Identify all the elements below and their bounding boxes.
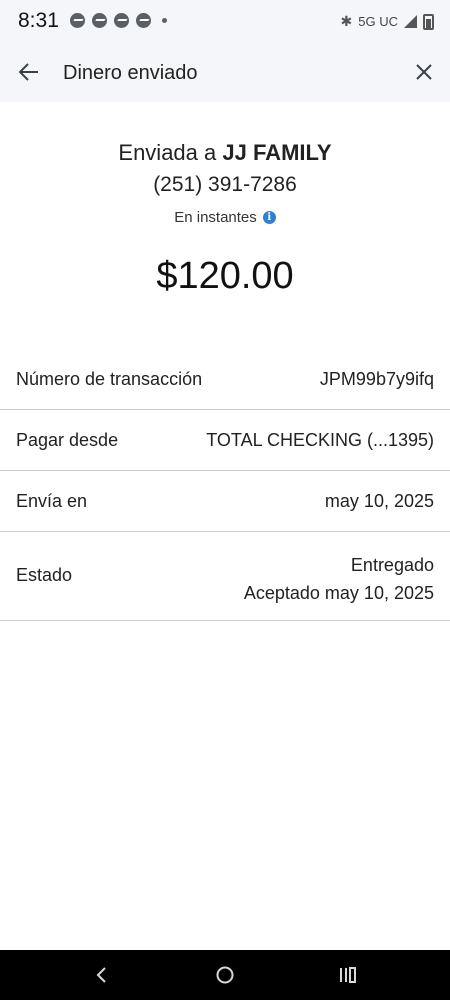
nav-home-button[interactable] (210, 962, 240, 988)
bluetooth-icon: ✱ (340, 13, 353, 29)
recent-apps-icon (340, 967, 356, 983)
detail-value: TOTAL CHECKING (...1395) (206, 430, 434, 450)
close-button[interactable] (410, 58, 438, 86)
detail-row-pay-from: Pagar desde TOTAL CHECKING (...1395) (0, 410, 450, 471)
detail-label: Pagar desde (16, 430, 119, 450)
system-status: ✱ 5G UC (341, 13, 434, 30)
status-delivered: Entregado (350, 555, 434, 575)
delivery-timing: En instantes i (0, 209, 450, 226)
home-circle-icon (216, 966, 234, 984)
messenger-icon (70, 13, 85, 28)
messenger-icon (92, 13, 107, 28)
recipient-phone: (251) 391-7286 (153, 173, 297, 196)
signal-icon (404, 15, 417, 28)
detail-label: Envía en (16, 491, 88, 511)
sent-to-prefix: Enviada a (118, 140, 217, 165)
detail-label: Estado (16, 565, 73, 585)
delivery-timing-text: En instantes (174, 209, 257, 226)
detail-row-send-on: Envía en may 10, 2025 (0, 471, 450, 532)
messenger-icon (136, 13, 151, 28)
transfer-amount: $120.00 (156, 255, 294, 297)
arrow-left-icon (19, 63, 38, 81)
recipient-line: Enviada a JJ FAMILY (0, 140, 450, 166)
close-icon (416, 64, 432, 80)
detail-row-transaction-number: Número de transacción JPM99b7y9ifq (0, 349, 450, 410)
nav-back-button[interactable] (86, 962, 116, 988)
detail-value: JPM99b7y9ifq (319, 369, 434, 389)
detail-value: may 10, 2025 (324, 491, 434, 511)
page-title: Dinero enviado (63, 62, 198, 84)
status-time: 8:31 (18, 9, 59, 32)
back-button[interactable] (14, 58, 44, 86)
nav-recents-button[interactable] (333, 962, 363, 988)
app-header: Dinero enviado (0, 42, 450, 102)
transaction-details: Número de transacción JPM99b7y9ifq Pagar… (0, 349, 450, 621)
status-bar: 8:31 ✱ 5G UC (0, 0, 450, 42)
detail-row-status: Estado Entregado Aceptado may 10, 2025 (0, 532, 450, 621)
network-type: 5G UC (358, 14, 398, 29)
more-notifications-icon (162, 18, 167, 23)
recipient-name: JJ FAMILY (222, 140, 332, 165)
status-accepted-date: Aceptado may 10, 2025 (243, 583, 434, 603)
detail-value: Entregado Aceptado may 10, 2025 (244, 551, 434, 607)
messenger-icon (114, 13, 129, 28)
detail-label: Número de transacción (16, 369, 203, 389)
battery-icon (423, 13, 434, 30)
info-icon[interactable]: i (262, 211, 276, 224)
chevron-left-icon (96, 967, 106, 983)
notification-icons (70, 13, 167, 28)
system-nav-bar (0, 950, 450, 1000)
